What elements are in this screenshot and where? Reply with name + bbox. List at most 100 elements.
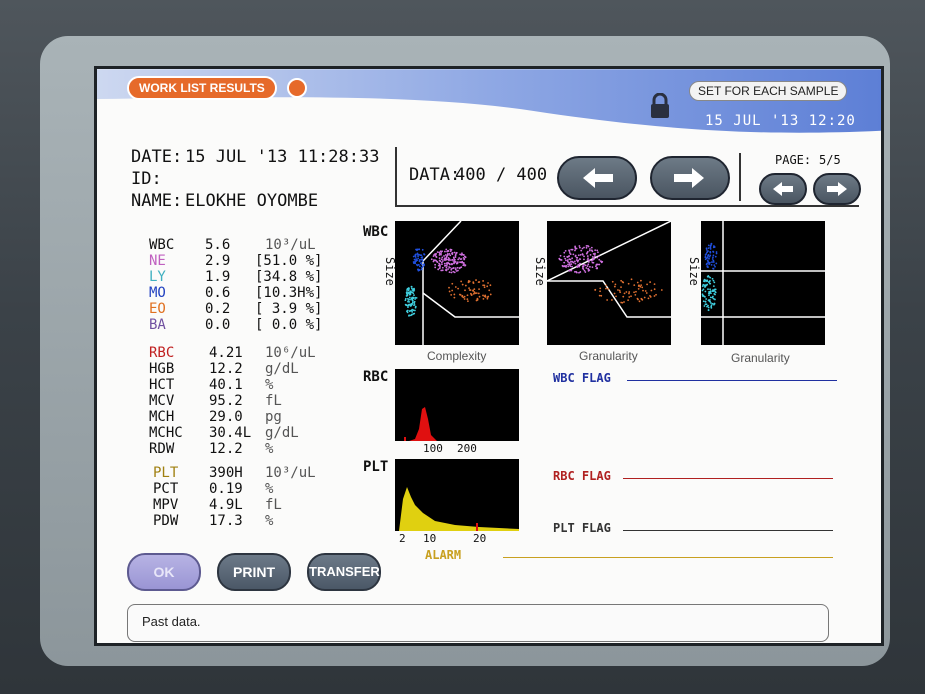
scatter-dot <box>446 250 449 253</box>
scatter-dot <box>408 296 411 299</box>
scatter-dot <box>412 296 415 299</box>
scatter-dot <box>477 281 480 284</box>
scatter-dot <box>473 291 476 293</box>
scatter-dot <box>430 258 433 261</box>
rbc-param-name: MCH <box>149 409 175 425</box>
scatter-dot <box>453 251 456 254</box>
scatter-dot <box>704 300 707 303</box>
scatter-dot <box>448 266 450 268</box>
plt-param-name: PCT <box>153 481 179 497</box>
scatter-dot <box>713 293 716 295</box>
wbc-param-pct: [10.3H%] <box>255 285 323 301</box>
scatter-dot <box>714 288 717 291</box>
scatter-dot <box>461 252 463 255</box>
size-axis-text: Size <box>687 257 701 286</box>
scatter-dot <box>413 300 416 303</box>
transfer-button[interactable]: TRANSFER <box>307 553 381 591</box>
scatter-dot <box>410 309 413 312</box>
scatter-dot <box>582 268 585 271</box>
ok-button[interactable]: OK <box>127 553 201 591</box>
scatter-dot <box>606 299 609 301</box>
plt-hist-label: PLT <box>363 459 389 475</box>
scatter-dot <box>455 262 458 265</box>
scatter-dot <box>707 288 709 291</box>
scatter-dot <box>461 283 464 286</box>
scatter-dot <box>459 293 462 296</box>
scatter-dot <box>714 291 717 294</box>
scatter-dot <box>564 257 567 260</box>
scatter-dot <box>441 256 444 259</box>
scatter-dot <box>437 268 440 271</box>
rbc-param-name: HGB <box>149 361 175 377</box>
scatter-dot <box>407 300 409 303</box>
scatter-dot <box>620 286 622 288</box>
scatter-dot <box>440 269 443 272</box>
scatter-dot <box>595 263 598 266</box>
scatter-dot <box>628 296 631 298</box>
scatter-dot <box>708 261 711 264</box>
plt-tick-20: 20 <box>473 532 487 545</box>
scatter-dot <box>638 284 640 287</box>
scatter-dot <box>596 249 599 252</box>
scatter-dot <box>466 298 469 301</box>
scatter-dot <box>475 279 477 281</box>
scatter-dot <box>448 290 451 293</box>
plt-param-unit: fL <box>265 497 282 513</box>
scatter-dot <box>453 296 456 299</box>
wbc-param-name: NE <box>149 253 166 269</box>
scatter-dot <box>460 258 463 260</box>
scatter-dot <box>567 263 569 266</box>
scatter-dot <box>410 303 413 305</box>
scatter-dot <box>613 292 616 295</box>
plt-tick-2: 2 <box>399 532 406 545</box>
next-data-button[interactable] <box>650 156 730 200</box>
scatter-dot <box>463 298 466 300</box>
wbc-scatter-complexity <box>395 221 519 345</box>
scatter-dot <box>407 306 409 309</box>
rbc-param-value: 29.0 <box>209 409 243 425</box>
scatter-dot <box>586 259 589 261</box>
scatter-dot <box>444 269 447 271</box>
set-for-each-sample-button[interactable]: SET FOR EACH SAMPLE <box>689 81 848 101</box>
scatter-dot <box>416 264 419 267</box>
scatter-dot <box>579 246 581 249</box>
rbc-param-value: 95.2 <box>209 393 243 409</box>
scatter-dot <box>439 250 442 253</box>
scatter-dot <box>438 257 441 260</box>
scatter-dot <box>586 255 589 257</box>
scatter-dot <box>447 268 450 270</box>
data-nav-divider-left <box>395 147 397 205</box>
scatter-dot <box>451 289 454 292</box>
scatter-dot <box>462 253 465 256</box>
scatter-dot <box>440 258 443 261</box>
scatter-dot <box>435 255 438 258</box>
data-counter: 400 / 400 <box>455 165 548 185</box>
scatter-dot <box>466 294 469 297</box>
prev-page-button[interactable] <box>759 173 807 205</box>
rbc-param-unit: fL <box>265 393 282 409</box>
scatter-dot <box>587 257 589 260</box>
scatter-dot <box>464 256 467 259</box>
scatter-dot <box>475 292 478 295</box>
scatter-dot <box>707 250 709 252</box>
scatter-dot <box>630 295 632 298</box>
scatter-dot <box>705 298 708 300</box>
rbc-flag-label: RBC FLAG <box>553 469 611 483</box>
scatter-dot <box>644 290 647 292</box>
scatter-dot <box>705 247 708 250</box>
scatter-dot <box>713 264 716 267</box>
size-axis-label-3: Size <box>687 257 701 289</box>
print-button[interactable]: PRINT <box>217 553 291 591</box>
scatter-dot <box>625 291 628 293</box>
scatter-dot <box>486 285 489 288</box>
arrow-left-icon <box>773 182 793 196</box>
scatter-dot <box>708 281 710 284</box>
prev-data-button[interactable] <box>557 156 637 200</box>
scatter-dot <box>584 271 587 273</box>
scatter-dot <box>573 260 576 263</box>
scatter-dot <box>708 294 710 297</box>
scatter-dot <box>571 257 574 260</box>
arrow-right-icon <box>674 168 704 188</box>
next-page-button[interactable] <box>813 173 861 205</box>
scatter-dot <box>460 280 463 283</box>
